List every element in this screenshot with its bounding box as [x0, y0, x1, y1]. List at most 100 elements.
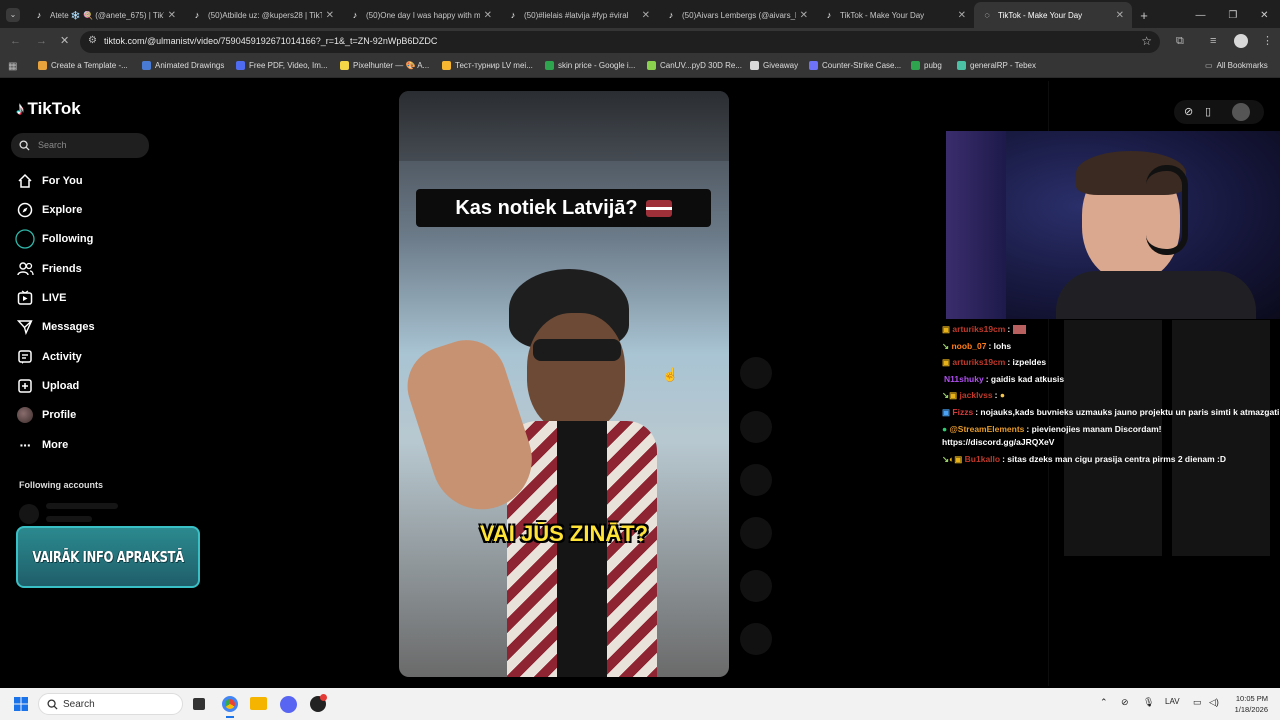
account-name-placeholder [46, 516, 92, 522]
nav-for-you[interactable]: For You [15, 171, 83, 191]
tab-title: TikTok - Make Your Day [840, 10, 925, 20]
extensions-icon[interactable]: ⧉ [1176, 34, 1184, 48]
nav-explore[interactable]: Explore [15, 200, 82, 220]
bookmark[interactable]: Counter-Strike Case... [809, 61, 901, 70]
bookmark[interactable]: CanUV...pyD 30D Re... [647, 61, 742, 70]
browser-tab[interactable]: ♪ Atete ❄️ 🍭 (@anete_675) | TikTok ✕ [26, 2, 184, 28]
face [527, 313, 625, 433]
close-icon[interactable]: ✕ [958, 10, 966, 21]
minimize-icon[interactable]: — [1195, 10, 1205, 21]
car-roof [399, 91, 729, 161]
network-icon[interactable]: ⊘ [1121, 697, 1129, 708]
bookmark[interactable]: Create a Template -... [38, 61, 128, 70]
badge-icon: ▣ [942, 406, 953, 417]
browser-tab-active[interactable]: ◌ TikTok - Make Your Day ✕ [974, 2, 1132, 28]
tiktok-logo[interactable]: ♪ TikTok [16, 99, 81, 119]
close-window-icon[interactable]: ✕ [1260, 10, 1268, 21]
chat-message: ▣ arturiks19cm: [942, 321, 1280, 338]
search-placeholder: Search [38, 140, 67, 150]
tiktok-icon: ♪ [668, 10, 674, 20]
taskbar-search[interactable]: Search [38, 693, 183, 715]
stream-chat: ▣ arturiks19cm: ↘ noob_07: lohs ▣ arturi… [942, 321, 1280, 467]
search-input[interactable]: Search [11, 133, 149, 158]
video-player[interactable]: Kas notiek Latvijā? VAI JŪS ZINĀT? [399, 91, 729, 677]
bookmark[interactable]: pubg [911, 61, 942, 70]
chat-message: ↘▣ jacklvss: ● [942, 390, 1005, 401]
browser-tab[interactable]: ♪ TikTok - Make Your Day ✕ [816, 2, 974, 28]
task-view-icon[interactable] [193, 698, 205, 710]
microphone-icon[interactable]: 🎙 [1143, 697, 1154, 708]
nav-live[interactable]: LIVE [15, 288, 66, 308]
bookmark-icon [911, 61, 920, 70]
nav-messages[interactable]: Messages [15, 317, 95, 337]
close-icon[interactable]: ✕ [642, 10, 650, 21]
stop-icon[interactable]: ✕ [60, 34, 69, 48]
close-icon[interactable]: ✕ [326, 10, 334, 21]
device-icon[interactable]: ▯ [1205, 105, 1211, 118]
nav-upload[interactable]: Upload [15, 376, 79, 396]
close-icon[interactable]: ✕ [168, 10, 176, 21]
site-info-icon[interactable]: ⚙ [88, 35, 97, 46]
apps-icon[interactable]: ▦ [8, 61, 17, 72]
sunglasses [533, 339, 621, 361]
browser-tab[interactable]: ♪ (50)Atbilde uz: @kupers28 | TikTok ✕ [184, 2, 342, 28]
browser-tab[interactable]: ♪ (50)#lielais #latvija #fyp #viral ✕ [500, 2, 658, 28]
nav-more[interactable]: ··· More [15, 435, 69, 455]
clock[interactable]: 10:05 PM 1/18/2026 [1228, 694, 1268, 714]
share-button[interactable] [740, 517, 772, 549]
tab-title: (50)One day I was happy with my life [366, 10, 480, 20]
tiktok-icon: ♪ [510, 10, 516, 20]
menu-icon[interactable]: ⋮ [1262, 34, 1273, 48]
profile-avatar[interactable] [1234, 34, 1248, 48]
bookmark[interactable]: Pixelhunter — 🎨 A... [340, 61, 429, 70]
windows-start-icon[interactable] [14, 697, 28, 711]
new-tab-button[interactable]: + [1132, 2, 1156, 28]
bookmark-star-icon[interactable]: ☆ [1141, 34, 1152, 48]
user-avatar[interactable] [1232, 103, 1250, 121]
bookmark[interactable]: Тест-турнир LV mei... [442, 61, 533, 70]
language-indicator[interactable]: LAV [1165, 697, 1180, 706]
like-button[interactable] [740, 357, 772, 389]
browser-tab[interactable]: ♪ (50)One day I was happy with my life ✕ [342, 2, 500, 28]
nav-activity[interactable]: Activity [15, 347, 82, 367]
back-icon[interactable]: ← [10, 34, 21, 48]
forward-icon[interactable]: → [36, 34, 47, 48]
chat-text: lohs [993, 340, 1012, 351]
media-icon[interactable]: ≡ [1210, 34, 1216, 48]
bookmark[interactable]: generalRP - Tebex [957, 61, 1036, 70]
bookmark[interactable]: skin price - Google i... [545, 61, 635, 70]
volume-icon[interactable]: ◁) [1209, 697, 1219, 708]
tiktok-icon: ♪ [826, 10, 832, 20]
chevron-up-icon[interactable]: ⌃ [1100, 697, 1108, 708]
nav-following[interactable]: Following [15, 229, 93, 249]
close-icon[interactable]: ✕ [484, 10, 492, 21]
bookmark-button[interactable] [740, 464, 772, 496]
account-name-placeholder [46, 503, 118, 509]
restore-icon[interactable]: ❐ [1228, 10, 1237, 21]
close-icon[interactable]: ✕ [800, 10, 808, 21]
browser-tab[interactable]: ♪ (50)Aivars Lembergs (@aivars_l ✕ [658, 2, 816, 28]
compass-icon[interactable]: ⊘ [1184, 105, 1193, 118]
display-icon[interactable]: ▭ [1193, 697, 1202, 708]
file-explorer-icon[interactable] [250, 697, 267, 710]
discord-icon[interactable] [280, 696, 297, 713]
turtleneck [557, 421, 607, 677]
bookmark[interactable]: Animated Drawings [142, 61, 224, 70]
sound-disc[interactable] [740, 623, 772, 655]
chrome-icon[interactable] [222, 696, 238, 712]
bookmark-icon [957, 61, 966, 70]
all-bookmarks[interactable]: ▭ All Bookmarks [1205, 61, 1268, 70]
bookmark-icon [809, 61, 818, 70]
browser-toolbar: ← → ✕ ⚙ tiktok.com/@ulmanistv/video/7590… [0, 28, 1280, 56]
tab-search-button[interactable]: ⌄ [0, 2, 26, 28]
address-bar[interactable]: ⚙ tiktok.com/@ulmanistv/video/7590459192… [80, 31, 1160, 53]
webcam-backdrop [946, 131, 1006, 319]
music-button[interactable] [740, 570, 772, 602]
nav-friends[interactable]: Friends [15, 259, 82, 279]
emote-icon: ● [999, 390, 1005, 401]
close-icon[interactable]: ✕ [1116, 10, 1124, 21]
comment-button[interactable] [740, 411, 772, 443]
bookmark[interactable]: Giveaway [750, 61, 798, 70]
nav-profile[interactable]: Profile [15, 405, 76, 425]
bookmark[interactable]: Free PDF, Video, Im... [236, 61, 328, 70]
